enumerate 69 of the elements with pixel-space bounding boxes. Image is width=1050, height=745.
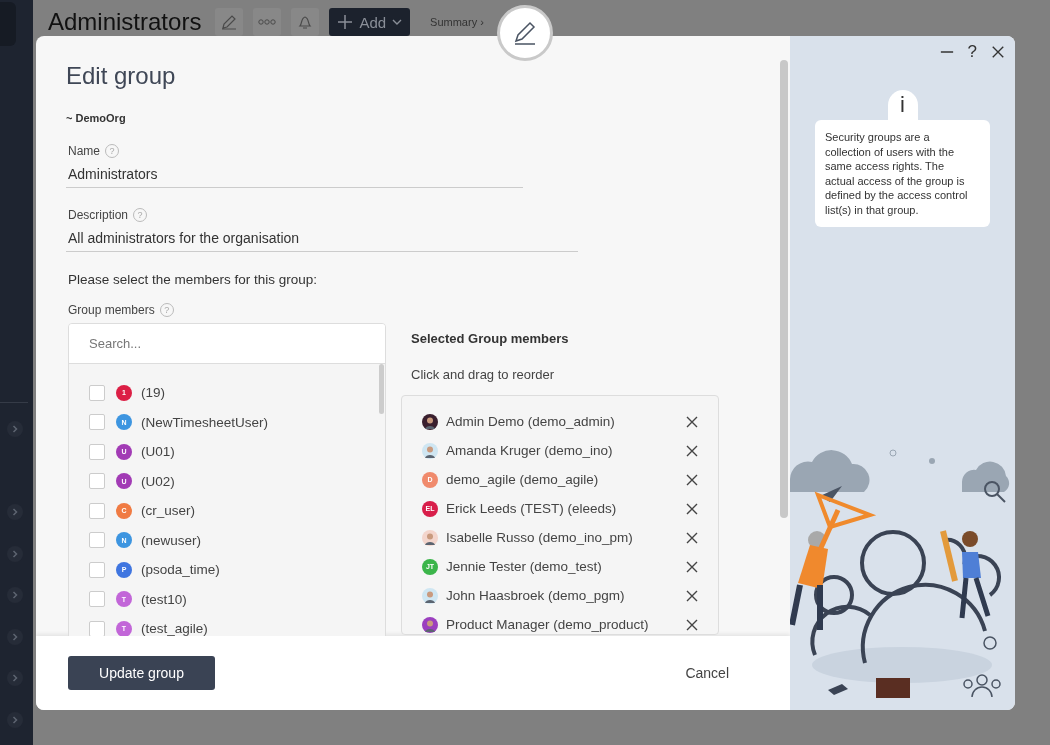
remove-icon[interactable] [686, 444, 698, 457]
scrollbar-thumb[interactable] [780, 60, 788, 518]
checkbox[interactable] [89, 473, 105, 490]
more-icon [258, 18, 277, 26]
dialog-title: Edit group [66, 62, 177, 91]
remove-icon[interactable] [686, 473, 698, 486]
member-name[interactable]: (NewTimesheetUser) [141, 414, 269, 430]
member-name[interactable]: (test_agile) [141, 621, 208, 636]
plus-icon [337, 14, 354, 30]
field-label: Description [68, 208, 129, 222]
caret-icon [392, 19, 403, 25]
section-title: Selected Group members [411, 331, 570, 346]
member-name[interactable]: (psoda_time) [141, 562, 220, 578]
remove-icon[interactable] [686, 589, 698, 602]
checkbox[interactable] [89, 532, 105, 549]
text-field[interactable]: Administrators [66, 158, 523, 188]
member-name[interactable]: (U02) [141, 473, 175, 489]
chevron-icon[interactable] [7, 587, 23, 603]
member-name: John Haasbroek (demo_pgm) [446, 588, 626, 603]
checkbox[interactable] [89, 591, 105, 608]
hint-text: Click and drag to reorder [411, 367, 556, 382]
more-button[interactable] [253, 8, 282, 36]
member-name: Erick Leeds (TEST) (eleeds) [446, 501, 618, 516]
member-name: Isabelle Russo (demo_ino_pm) [446, 530, 634, 545]
page-title: Administrators [48, 8, 202, 36]
remove-icon[interactable] [686, 618, 698, 631]
remove-icon[interactable] [686, 560, 698, 573]
instruction-text: Please select the members for this group: [68, 272, 319, 287]
pencil-icon [220, 13, 239, 31]
scrollbar-thumb[interactable] [379, 364, 384, 414]
bell-button[interactable] [291, 8, 320, 36]
member-name: demo_agile (demo_agile) [446, 472, 600, 487]
member-name[interactable]: (cr_user) [141, 503, 195, 519]
member-name: Product Manager (demo_product) [446, 617, 650, 632]
member-name[interactable]: (newuser) [141, 532, 202, 548]
member-name[interactable]: (19) [141, 385, 165, 401]
remove-icon[interactable] [686, 531, 698, 544]
field-label: Group members [68, 303, 155, 317]
chevron-icon[interactable] [7, 546, 23, 562]
info-icon: i [900, 92, 905, 118]
field-label: Name [68, 144, 100, 158]
text-field[interactable]: All administrators for the organisation [66, 222, 578, 252]
member-name[interactable]: (test10) [141, 591, 187, 607]
help-button[interactable]: ? [967, 42, 977, 62]
chevron-icon[interactable] [7, 504, 23, 520]
checkbox[interactable] [89, 414, 105, 431]
member-name: Admin Demo (demo_admin) [446, 414, 616, 429]
member-name: Amanda Kruger (demo_ino) [446, 443, 614, 458]
organisation-label: ~ DemoOrg [66, 112, 127, 124]
update-group-button[interactable]: Update group [68, 656, 215, 690]
edit-button[interactable] [215, 8, 244, 36]
member-name: Jennie Tester (demo_test) [446, 559, 603, 574]
info-text: Security groups are a collection of users with the same access rights. The actual access of the group is defined by the access control list(s) in that group. [815, 120, 990, 227]
search-field[interactable]: Search... [69, 324, 385, 364]
checkbox[interactable] [89, 384, 105, 401]
chevron-icon[interactable] [7, 421, 23, 437]
checkbox[interactable] [89, 443, 105, 460]
member-name[interactable]: (U01) [141, 444, 175, 460]
chevron-icon[interactable] [7, 629, 23, 645]
close-icon[interactable] [991, 45, 1005, 59]
chevron-icon[interactable] [7, 670, 23, 686]
remove-icon[interactable] [686, 502, 698, 515]
checkbox[interactable] [89, 620, 105, 636]
chevron-icon[interactable] [7, 712, 23, 728]
cancel-button[interactable]: Cancel [679, 664, 735, 682]
add-button[interactable]: Add [329, 8, 411, 36]
checkbox[interactable] [89, 561, 105, 578]
remove-icon[interactable] [686, 415, 698, 428]
checkbox[interactable] [89, 502, 105, 519]
